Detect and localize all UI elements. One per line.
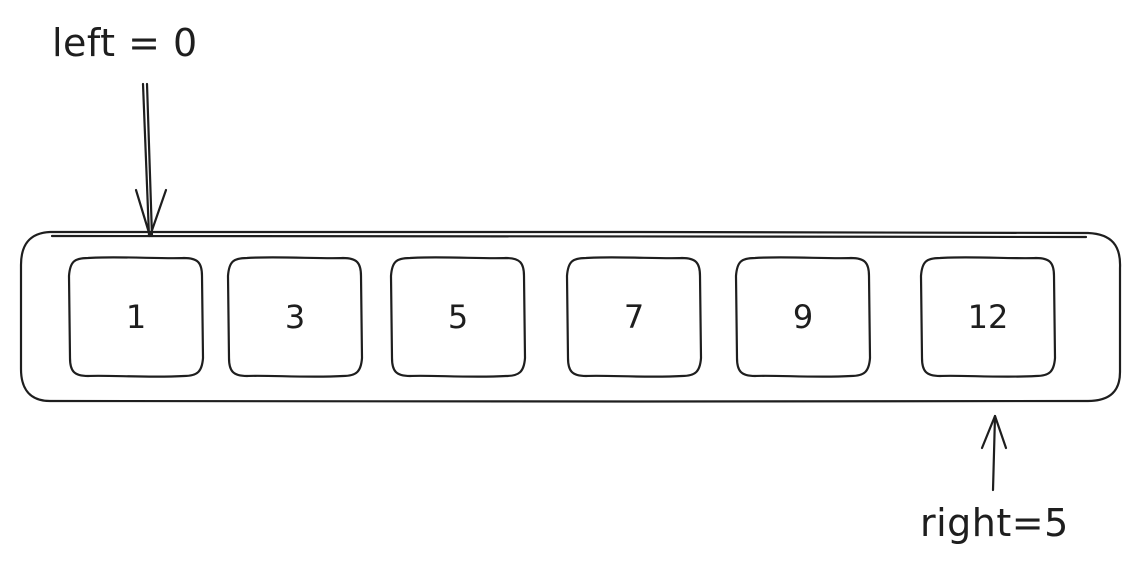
- array-cell-value: 9: [793, 298, 813, 336]
- right-pointer-arrow: [980, 414, 1008, 492]
- array-cells: 1 3 5 7 9 12: [67, 256, 1057, 378]
- array-cell: 7: [565, 256, 703, 378]
- diagram-svg: left = 0 1 3 5 7 9 12 right=5: [19, 21, 1122, 545]
- array-cell: 12: [919, 256, 1057, 378]
- array-cell-value: 3: [285, 298, 305, 336]
- right-pointer-label: right=5: [920, 501, 1069, 545]
- array-cell-value: 1: [126, 298, 146, 336]
- array-cell-value: 7: [624, 298, 644, 336]
- array-cell: 5: [389, 256, 527, 378]
- left-pointer-label: left = 0: [52, 21, 198, 65]
- array-cell: 3: [226, 256, 364, 378]
- array-cell: 9: [734, 256, 872, 378]
- array-cell: 1: [67, 256, 205, 378]
- array-cell-value: 12: [968, 298, 1009, 336]
- two-pointer-diagram: left = 0 1 3 5 7 9 12 right=5: [0, 0, 1138, 569]
- left-pointer-arrow: [134, 82, 168, 238]
- array-cell-value: 5: [448, 298, 468, 336]
